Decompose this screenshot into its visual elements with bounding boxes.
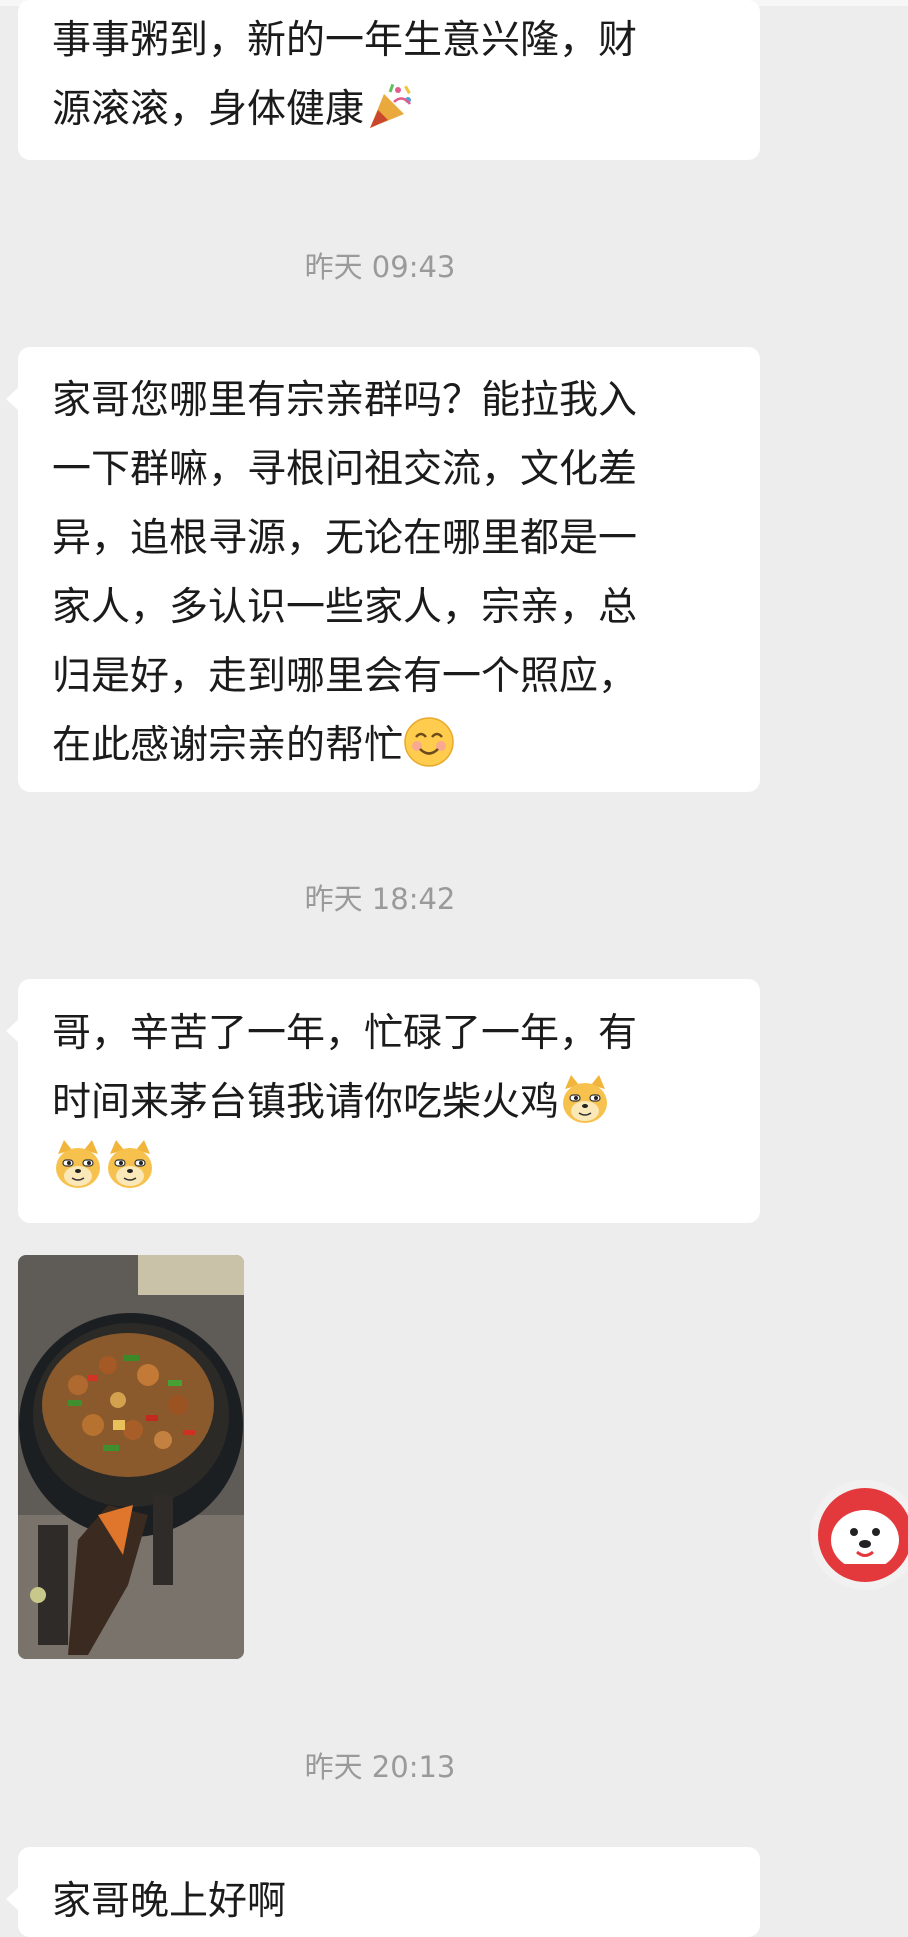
doge-icon xyxy=(56,1140,100,1188)
message-line: 哥，辛苦了一年，忙碌了一年，有 xyxy=(52,1011,638,1056)
photo-message[interactable] xyxy=(18,1255,244,1659)
dog-mascot-icon xyxy=(818,1488,908,1582)
message-line: 家人，多认识一些家人，宗亲，总 xyxy=(52,585,638,630)
message-line: 一下群嘛，寻根问祖交流，文化差 xyxy=(52,447,638,492)
message-line: 家哥晚上好啊 xyxy=(52,1879,287,1924)
floating-mascot-button[interactable] xyxy=(810,1480,908,1590)
doge-icon xyxy=(563,1075,608,1123)
party-popper-icon xyxy=(370,83,412,128)
message-line: 家哥您哪里有宗亲群吗？能拉我入 xyxy=(52,378,638,423)
message-bubble[interactable]: 事事粥到，新的一年生意兴隆，财 源滚滚，身体健康 xyxy=(18,0,760,160)
message-line: 时间来茅台镇我请你吃柴火鸡 xyxy=(52,1068,726,1137)
message-line: 异，追根寻源，无论在哪里都是一 xyxy=(52,516,638,561)
message-bubble[interactable]: 哥，辛苦了一年，忙碌了一年，有 时间来茅台镇我请你吃柴火鸡 xyxy=(6,979,760,1223)
firewood-chicken-photo xyxy=(18,1255,244,1659)
doge-icon xyxy=(108,1140,152,1188)
timestamp: 昨天 09:43 xyxy=(304,250,456,284)
timestamp: 昨天 18:42 xyxy=(304,882,456,916)
message-line: 事事粥到，新的一年生意兴隆，财 xyxy=(52,18,638,63)
message-line: 源滚滚，身体健康 xyxy=(52,75,726,144)
message-bubble[interactable]: 家哥晚上好啊 xyxy=(6,1847,760,1937)
message-line: 在此感谢宗亲的帮忙 xyxy=(52,711,726,780)
message-line: 归是好，走到哪里会有一个照应， xyxy=(52,654,638,699)
message-line xyxy=(52,1133,726,1202)
message-bubble[interactable]: 家哥您哪里有宗亲群吗？能拉我入 一下群嘛，寻根问祖交流，文化差 异，追根寻源，无… xyxy=(6,347,760,792)
smiling-face-icon xyxy=(404,717,454,767)
timestamp: 昨天 20:13 xyxy=(304,1750,456,1784)
